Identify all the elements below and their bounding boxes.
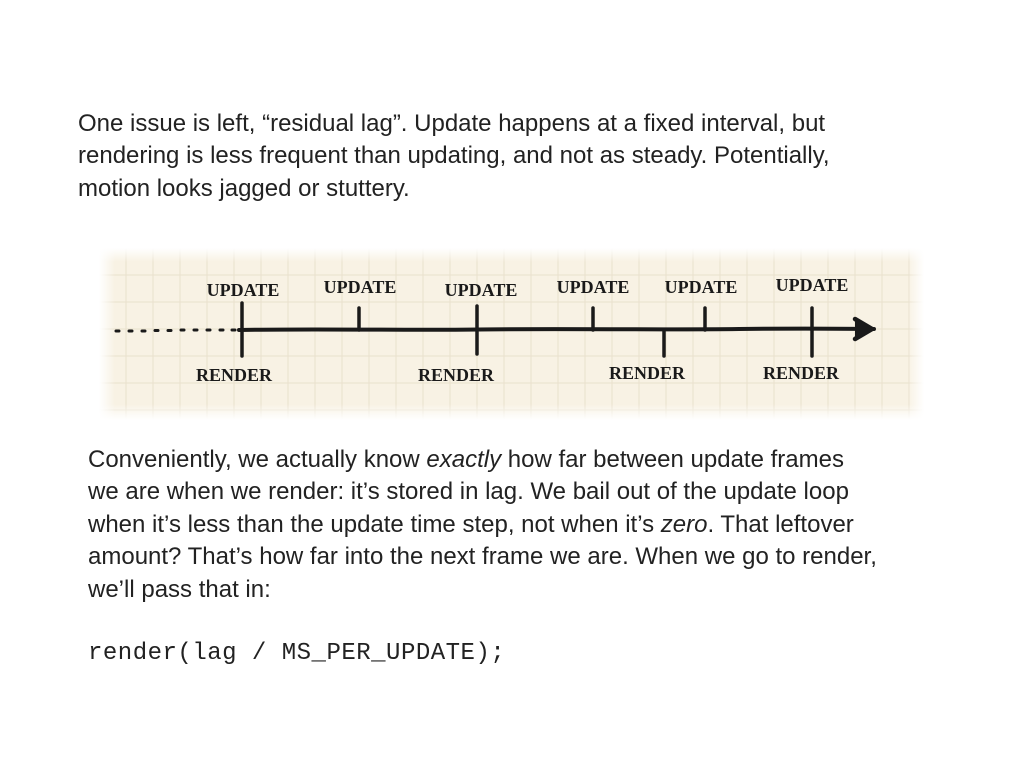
text: Conveniently, we actually know	[88, 446, 426, 473]
code-snippet: render(lag / MS_PER_UPDATE);	[88, 640, 505, 667]
update-label: UPDATE	[776, 275, 849, 295]
render-label: RENDER	[418, 365, 495, 385]
timeline-diagram: UPDATE UPDATE UPDATE UPDATE UPDATE UPDAT…	[99, 248, 924, 420]
render-label: RENDER	[196, 365, 273, 385]
render-label: RENDER	[763, 363, 840, 383]
update-label: UPDATE	[557, 277, 630, 297]
render-label: RENDER	[609, 363, 686, 383]
emphasis-exactly: exactly	[426, 446, 501, 473]
update-label: UPDATE	[665, 277, 738, 297]
emphasis-zero: zero	[661, 511, 708, 538]
update-label: UPDATE	[207, 280, 280, 300]
slide: One issue is left, “residual lag”. Updat…	[0, 0, 1024, 768]
update-label: UPDATE	[324, 277, 397, 297]
paragraph-residual-lag: One issue is left, “residual lag”. Updat…	[78, 108, 878, 205]
paragraph-explanation: Conveniently, we actually know exactly h…	[88, 444, 878, 606]
update-label: UPDATE	[445, 280, 518, 300]
